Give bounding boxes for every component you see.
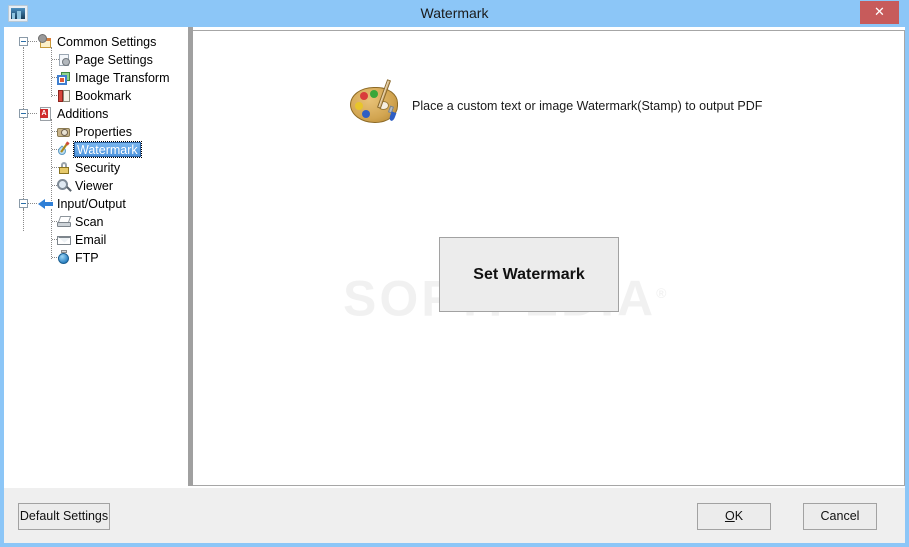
- tree-item-security[interactable]: Security: [4, 159, 188, 177]
- security-padlock-icon: [56, 160, 72, 176]
- tree-item-image-transform[interactable]: Image Transform: [4, 69, 188, 87]
- tree-guide-line: [28, 41, 37, 43]
- tree-item-label: Security: [75, 161, 121, 175]
- tree-item-label: Scan: [75, 215, 104, 229]
- expander-additions[interactable]: [19, 109, 28, 118]
- watermark-droplet-pencil-icon: [56, 141, 72, 158]
- additions-pdf-icon: A: [38, 106, 54, 122]
- tree-item-common-settings[interactable]: Common Settings: [4, 33, 188, 51]
- settings-tree: Common Settings Page Settings Image Tran…: [4, 33, 188, 267]
- tree-guide-line: [28, 203, 37, 205]
- bookmark-icon: [56, 88, 72, 104]
- watermark-dialog-window: Watermark ✕ Common Settings Page Setting…: [0, 0, 909, 547]
- image-transform-icon: [56, 70, 72, 86]
- tree-item-label: Viewer: [75, 179, 113, 193]
- dialog-client-area: Common Settings Page Settings Image Tran…: [4, 27, 905, 543]
- tree-item-input-output[interactable]: Input/Output: [4, 195, 188, 213]
- tree-item-label: Page Settings: [75, 53, 153, 67]
- envelope-icon: [56, 232, 72, 248]
- tree-item-additions[interactable]: A Additions: [4, 105, 188, 123]
- tree-item-label: Properties: [75, 125, 132, 139]
- page-settings-icon: [56, 52, 72, 68]
- expander-input-output[interactable]: [19, 199, 28, 208]
- tree-item-label: Image Transform: [75, 71, 170, 85]
- cancel-button[interactable]: Cancel: [803, 503, 877, 530]
- tree-item-label: Email: [75, 233, 107, 247]
- tree-item-page-settings[interactable]: Page Settings: [4, 51, 188, 69]
- window-title: Watermark: [420, 5, 489, 21]
- dialog-footer: Default Settings OK Cancel: [4, 488, 905, 543]
- ok-accelerator: O: [724, 509, 735, 523]
- tree-item-label: Watermark: [73, 141, 142, 158]
- ftp-globe-icon: [56, 250, 72, 266]
- tree-item-label: Common Settings: [57, 35, 157, 49]
- tree-item-viewer[interactable]: Viewer: [4, 177, 188, 195]
- expander-common-settings[interactable]: [19, 37, 28, 46]
- settings-tree-panel: Common Settings Page Settings Image Tran…: [4, 27, 190, 486]
- tree-item-label: Additions: [57, 107, 109, 121]
- paint-palette-icon: [348, 77, 404, 129]
- tree-item-ftp[interactable]: FTP: [4, 249, 188, 267]
- tree-item-bookmark[interactable]: Bookmark: [4, 87, 188, 105]
- ok-button[interactable]: OK: [697, 503, 771, 530]
- tree-item-email[interactable]: Email: [4, 231, 188, 249]
- set-watermark-button[interactable]: Set Watermark: [439, 237, 619, 312]
- tree-item-label: FTP: [75, 251, 99, 265]
- watermark-content-panel: Place a custom text or image Watermark(S…: [193, 30, 905, 486]
- close-icon[interactable]: ✕: [860, 1, 899, 24]
- tree-item-properties[interactable]: Properties: [4, 123, 188, 141]
- common-settings-icon: [38, 34, 54, 50]
- ok-label-rest: K: [734, 509, 744, 523]
- watermark-description: Place a custom text or image Watermark(S…: [412, 99, 763, 113]
- properties-camera-icon: [56, 124, 72, 140]
- input-output-arrow-icon: [38, 196, 54, 212]
- tree-item-label: Bookmark: [75, 89, 132, 103]
- tree-item-label: Input/Output: [57, 197, 126, 211]
- default-settings-button[interactable]: Default Settings: [18, 503, 110, 530]
- tree-guide-line: [28, 113, 37, 115]
- title-bar: Watermark ✕: [0, 0, 909, 27]
- viewer-magnifier-icon: [56, 178, 72, 194]
- scanner-icon: [56, 214, 72, 230]
- tree-item-watermark[interactable]: Watermark: [4, 141, 188, 159]
- tree-item-scan[interactable]: Scan: [4, 213, 188, 231]
